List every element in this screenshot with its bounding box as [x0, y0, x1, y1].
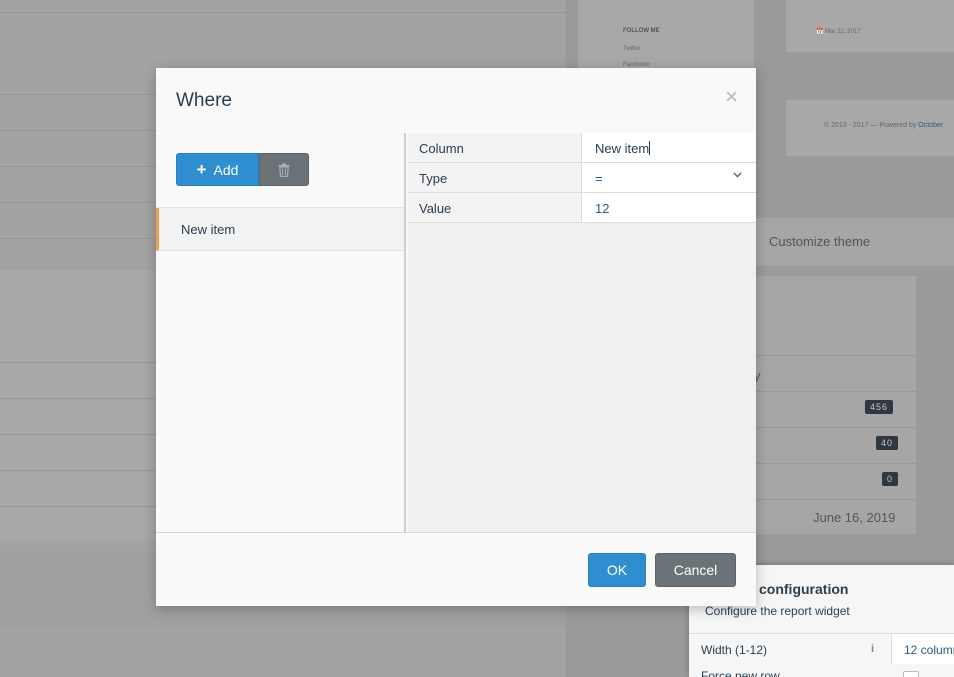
preview-date: 📅 Mar 22, 2017	[816, 29, 861, 35]
force-new-row-label: Force new row	[701, 669, 780, 677]
preview-copyright-link: October	[918, 122, 944, 129]
property-row-column: Column New item	[408, 133, 756, 163]
date-cell: June 16, 2019	[813, 510, 896, 525]
value-input[interactable]: 12	[582, 193, 756, 222]
count-badge: 40	[876, 436, 899, 450]
width-field[interactable]: 12 columns	[891, 634, 954, 664]
background-divider	[0, 12, 566, 13]
theme-preview-post: 📅 Mar 22, 2017	[786, 0, 954, 52]
preview-link: Twitter	[623, 46, 641, 52]
info-icon: i	[871, 643, 875, 655]
chevron-down-icon	[733, 172, 742, 178]
table-divider	[754, 463, 916, 464]
preview-heading: FOLLOW ME	[623, 28, 660, 34]
delete-button[interactable]	[259, 153, 309, 186]
preview-date-text: Mar 22, 2017	[825, 29, 861, 35]
column-label: Column	[408, 133, 582, 162]
type-label: Type	[408, 163, 582, 192]
background-tab-bar: Customize theme	[754, 218, 954, 266]
property-row-value: Value 12	[408, 193, 756, 223]
dialog-title: Where	[176, 90, 232, 111]
dialog-body: + Add New item Column New item Type = Va…	[156, 133, 756, 533]
dialog-header: Where ×	[156, 68, 756, 133]
type-select-value: =	[595, 171, 603, 186]
add-button[interactable]: + Add	[176, 153, 259, 186]
column-input[interactable]: New item	[582, 133, 756, 162]
value-label: Value	[408, 193, 582, 222]
background-stats-table: y 456 40 0 June 16, 2019	[754, 276, 916, 534]
value-input-text: 12	[595, 201, 610, 216]
property-row-type: Type =	[408, 163, 756, 193]
preview-copyright-text: © 2013 - 2017 — Powered by	[824, 122, 917, 129]
table-divider	[754, 499, 916, 500]
column-input-text: New item	[595, 141, 650, 156]
ok-button[interactable]: OK	[588, 553, 646, 587]
force-new-row-checkbox[interactable]	[903, 671, 919, 677]
table-divider	[754, 427, 916, 428]
widget-config-subtitle: Configure the report widget	[705, 604, 850, 618]
count-badge: 0	[882, 472, 899, 486]
preview-copyright: © 2013 - 2017 — Powered by October	[824, 122, 943, 129]
widget-config-title: configuration	[759, 581, 849, 597]
width-label: Width (1-12)	[701, 643, 768, 657]
add-button-label: Add	[213, 161, 239, 178]
plus-icon: +	[196, 159, 207, 179]
theme-preview-copyright: © 2013 - 2017 — Powered by October	[786, 100, 954, 156]
items-pane: + Add New item	[156, 133, 406, 532]
type-select[interactable]: =	[582, 163, 756, 192]
table-divider	[754, 391, 916, 392]
tab-customize-theme: Customize theme	[769, 234, 871, 249]
list-item[interactable]: New item	[156, 208, 404, 251]
item-toolbar: + Add	[176, 153, 309, 186]
close-icon[interactable]: ×	[725, 86, 738, 108]
table-divider	[754, 355, 916, 356]
count-badge: 456	[865, 400, 894, 414]
properties-pane: Column New item Type = Value 12	[408, 133, 756, 532]
text-caret	[649, 141, 651, 155]
items-list: New item	[156, 207, 404, 251]
dialog-footer: OK Cancel	[156, 534, 756, 606]
where-dialog: Where × + Add New item Column New item T…	[156, 68, 756, 606]
cancel-button[interactable]: Cancel	[655, 553, 736, 587]
trash-icon	[278, 163, 290, 177]
